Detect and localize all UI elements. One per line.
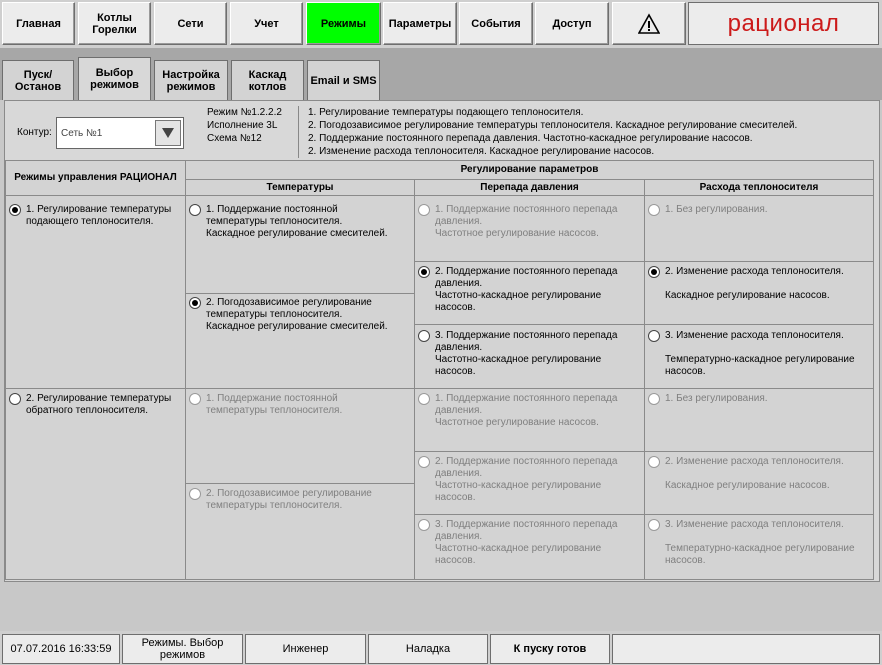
status-empty — [612, 634, 880, 664]
tab-email-sms[interactable]: Email и SMS — [307, 60, 380, 100]
radio-button — [648, 393, 660, 405]
desc-line: 2. Поддержание постоянного перепада давл… — [308, 133, 753, 144]
radio-button — [418, 204, 430, 216]
status-state: К пуску готов — [490, 634, 610, 664]
header-params: Регулирование параметров — [460, 164, 599, 175]
radio-button — [189, 393, 201, 405]
nav-parameters-button[interactable]: Параметры — [383, 2, 457, 45]
nav-events-button[interactable]: События — [459, 2, 533, 45]
option-label: 1. Без регулирования. — [665, 393, 768, 404]
radio-button — [418, 519, 430, 531]
option-label: 2. Погодозависимое регулирование темпера… — [206, 297, 388, 332]
tab-start-stop[interactable]: Пуск/Останов — [2, 60, 74, 100]
contour-value: Сеть №1 — [61, 128, 103, 139]
radio-button[interactable] — [648, 330, 660, 342]
dropdown-button[interactable] — [155, 120, 181, 146]
radio-button[interactable] — [418, 330, 430, 342]
radio-button[interactable] — [9, 204, 21, 216]
option-label: 1. Без регулирования. — [665, 204, 768, 215]
alarm-button[interactable] — [612, 2, 686, 45]
radio-button — [418, 393, 430, 405]
option-label: 3. Поддержание постоянного перепада давл… — [435, 330, 618, 377]
option-label: 1. Регулирование температуры подающего т… — [26, 204, 172, 227]
nav-main-button[interactable]: Главная — [2, 2, 75, 45]
status-bar: 07.07.2016 16:33:59 Режимы. Выбор режимо… — [0, 631, 882, 665]
nav-networks-button[interactable]: Сети — [154, 2, 227, 45]
status-mode: Наладка — [368, 634, 488, 664]
desc-line: 2. Изменение расхода теплоносителя. Каск… — [308, 146, 655, 157]
flow-option: 1. Без регулирования. — [648, 393, 872, 405]
nav-modes-button[interactable]: Режимы — [306, 2, 381, 45]
flow-option[interactable]: 2. Изменение расхода теплоносителя. Каск… — [648, 266, 872, 302]
option-label: 1. Поддержание постоянной температуры те… — [206, 393, 343, 416]
option-label: 1. Поддержание постоянной температуры те… — [206, 204, 388, 239]
temp-option: 1. Поддержание постоянной температуры те… — [189, 393, 413, 417]
sub-tab-strip: Пуск/Останов Выбор режимов Настройка реж… — [0, 48, 882, 100]
scheme-label: Схема №12 — [207, 133, 262, 144]
option-label: 3. Поддержание постоянного перепада давл… — [435, 519, 618, 566]
nav-access-button[interactable]: Доступ — [535, 2, 609, 45]
radio-button[interactable] — [648, 266, 660, 278]
temp-option: 2. Погодозависимое регулирование темпера… — [189, 488, 413, 512]
execution-label: Исполнение 3L — [207, 120, 278, 131]
flow-option: 1. Без регулирования. — [648, 204, 872, 216]
status-user[interactable]: Инженер — [245, 634, 366, 664]
press-option: 2. Поддержание постоянного перепада давл… — [418, 456, 643, 504]
radio-button[interactable] — [189, 204, 201, 216]
option-label: 3. Изменение расхода теплоносителя. Темп… — [665, 330, 855, 377]
tab-mode-settings[interactable]: Настройка режимов — [154, 60, 228, 100]
tab-mode-select[interactable]: Выбор режимов — [78, 57, 151, 100]
nav-metering-button[interactable]: Учет — [230, 2, 303, 45]
radio-button[interactable] — [418, 266, 430, 278]
warning-triangle-icon — [638, 12, 660, 34]
tab-boiler-cascade[interactable]: Каскад котлов — [231, 60, 304, 100]
status-datetime: 07.07.2016 16:33:59 — [2, 634, 120, 664]
header-flow: Расхода теплоносителя — [699, 182, 819, 193]
option-label: 2. Поддержание постоянного перепада давл… — [435, 456, 618, 503]
radio-button — [189, 488, 201, 500]
radio-button — [418, 456, 430, 468]
option-label: 2. Изменение расхода теплоносителя. Каск… — [665, 266, 844, 301]
radio-button — [648, 519, 660, 531]
brand-logo: рационал — [688, 2, 879, 45]
temp-option[interactable]: 1. Поддержание постоянной температуры те… — [189, 204, 413, 240]
flow-option: 2. Изменение расхода теплоносителя. Каск… — [648, 456, 872, 492]
header-modes: Режимы управления РАЦИОНАЛ — [14, 172, 177, 183]
press-option: 1. Поддержание постоянного перепада давл… — [418, 393, 643, 429]
contour-select[interactable]: Сеть №1 — [56, 117, 184, 149]
option-label: 2. Изменение расхода теплоносителя. Каск… — [665, 456, 844, 491]
status-screen: Режимы. Выбор режимов — [122, 634, 243, 664]
contour-label: Контур: — [17, 127, 52, 138]
nav-boilers-button[interactable]: Котлы Горелки — [78, 2, 151, 45]
press-option: 3. Поддержание постоянного перепада давл… — [418, 519, 643, 567]
radio-button — [648, 456, 660, 468]
press-option[interactable]: 2. Поддержание постоянного перепада давл… — [418, 266, 643, 314]
desc-line: 2. Погодозависимое регулирование темпера… — [308, 120, 798, 131]
option-label: 2. Поддержание постоянного перепада давл… — [435, 266, 618, 313]
flow-option[interactable]: 3. Изменение расхода теплоносителя. Темп… — [648, 330, 872, 378]
option-label: 2. Регулирование температуры обратного т… — [26, 393, 172, 416]
option-label: 1. Поддержание постоянного перепада давл… — [435, 204, 618, 239]
top-navigation: Главная Котлы Горелки Сети Учет Режимы П… — [0, 0, 882, 48]
option-label: 3. Изменение расхода теплоносителя. Темп… — [665, 519, 855, 566]
temp-option[interactable]: 2. Погодозависимое регулирование темпера… — [189, 297, 413, 333]
flow-option: 3. Изменение расхода теплоносителя. Темп… — [648, 519, 872, 567]
radio-button[interactable] — [9, 393, 21, 405]
option-label: 1. Поддержание постоянного перепада давл… — [435, 393, 618, 428]
chevron-down-icon — [162, 128, 174, 138]
header-press: Перепада давления — [480, 182, 579, 193]
option-label: 2. Погодозависимое регулирование темпера… — [206, 488, 372, 511]
press-option: 1. Поддержание постоянного перепада давл… — [418, 204, 643, 240]
radio-button — [648, 204, 660, 216]
mode-option-supply[interactable]: 1. Регулирование температуры подающего т… — [9, 204, 184, 228]
mode-number: Режим №1.2.2.2 — [207, 107, 282, 118]
press-option[interactable]: 3. Поддержание постоянного перепада давл… — [418, 330, 643, 378]
divider — [298, 106, 299, 158]
header-temp: Температуры — [266, 182, 334, 193]
radio-button[interactable] — [189, 297, 201, 309]
desc-line: 1. Регулирование температуры подающего т… — [308, 107, 584, 118]
mode-option-return[interactable]: 2. Регулирование температуры обратного т… — [9, 393, 184, 417]
